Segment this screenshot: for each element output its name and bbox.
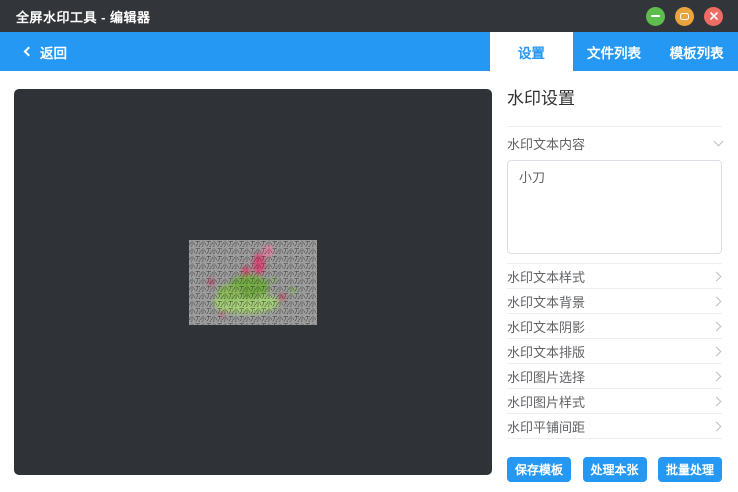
tab-settings[interactable]: 设置 — [490, 32, 573, 71]
close-icon — [709, 11, 719, 21]
chevron-right-icon — [712, 396, 722, 406]
preview-canvas: 小刀 — [14, 89, 492, 475]
minimize-icon — [651, 15, 660, 17]
chevron-right-icon — [712, 421, 722, 431]
tab-bar: 设置 文件列表 模板列表 — [490, 32, 738, 71]
menu-item-text-style[interactable]: 水印文本样式 — [507, 264, 722, 289]
minimize-button[interactable] — [646, 7, 665, 26]
section-label: 水印文本内容 — [507, 134, 585, 153]
tab-template-list[interactable]: 模板列表 — [655, 32, 738, 71]
navbar: 返回 设置 文件列表 模板列表 — [0, 32, 738, 71]
tab-label: 文件列表 — [587, 42, 641, 62]
menu-item-text-background[interactable]: 水印文本背景 — [507, 289, 722, 314]
menu-item-label: 水印文本阴影 — [507, 317, 585, 336]
menu-item-image-style[interactable]: 水印图片样式 — [507, 389, 722, 414]
menu-item-label: 水印文本排版 — [507, 342, 585, 361]
chevron-right-icon — [712, 321, 722, 331]
back-label: 返回 — [40, 42, 67, 62]
process-current-button[interactable]: 处理本张 — [583, 457, 647, 482]
menu-item-label: 水印平铺间距 — [507, 417, 585, 436]
watermark-text-input[interactable]: 小刀 — [507, 160, 722, 254]
chevron-right-icon — [712, 271, 722, 281]
chevron-right-icon — [712, 346, 722, 356]
close-button[interactable] — [704, 7, 723, 26]
tab-label: 模板列表 — [670, 42, 724, 62]
settings-menu: 水印文本样式 水印文本背景 水印文本阴影 水印文本排版 水印图片选择 水印图片样… — [507, 263, 722, 439]
tab-label: 设置 — [518, 42, 545, 62]
back-button[interactable]: 返回 — [0, 32, 87, 71]
menu-item-text-shadow[interactable]: 水印文本阴影 — [507, 314, 722, 339]
section-text-content[interactable]: 水印文本内容 — [507, 126, 722, 160]
menu-item-label: 水印图片样式 — [507, 392, 585, 411]
menu-item-label: 水印文本背景 — [507, 292, 585, 311]
save-template-button[interactable]: 保存模板 — [507, 457, 571, 482]
chevron-left-icon — [24, 47, 34, 57]
menu-item-text-layout[interactable]: 水印文本排版 — [507, 339, 722, 364]
menu-item-tile-spacing[interactable]: 水印平铺间距 — [507, 414, 722, 439]
preview-image: 小刀 — [189, 240, 317, 325]
menu-item-label: 水印图片选择 — [507, 367, 585, 386]
menu-item-image-select[interactable]: 水印图片选择 — [507, 364, 722, 389]
menu-item-label: 水印文本样式 — [507, 267, 585, 286]
titlebar: 全屏水印工具 - 编辑器 — [0, 0, 738, 32]
window-controls — [646, 7, 723, 26]
chevron-right-icon — [712, 296, 722, 306]
panel-title: 水印设置 — [507, 84, 722, 109]
tab-file-list[interactable]: 文件列表 — [573, 32, 656, 71]
maximize-icon — [680, 13, 689, 20]
chevron-down-icon — [714, 137, 724, 147]
action-bar: 保存模板 处理本张 批量处理 — [507, 457, 722, 482]
batch-process-button[interactable]: 批量处理 — [658, 457, 722, 482]
settings-panel: 水印设置 水印文本内容 小刀 水印文本样式 水印文本背景 水印文本阴影 水印文本… — [495, 71, 738, 492]
maximize-button[interactable] — [675, 7, 694, 26]
window-title: 全屏水印工具 - 编辑器 — [16, 7, 151, 26]
chevron-right-icon — [712, 371, 722, 381]
